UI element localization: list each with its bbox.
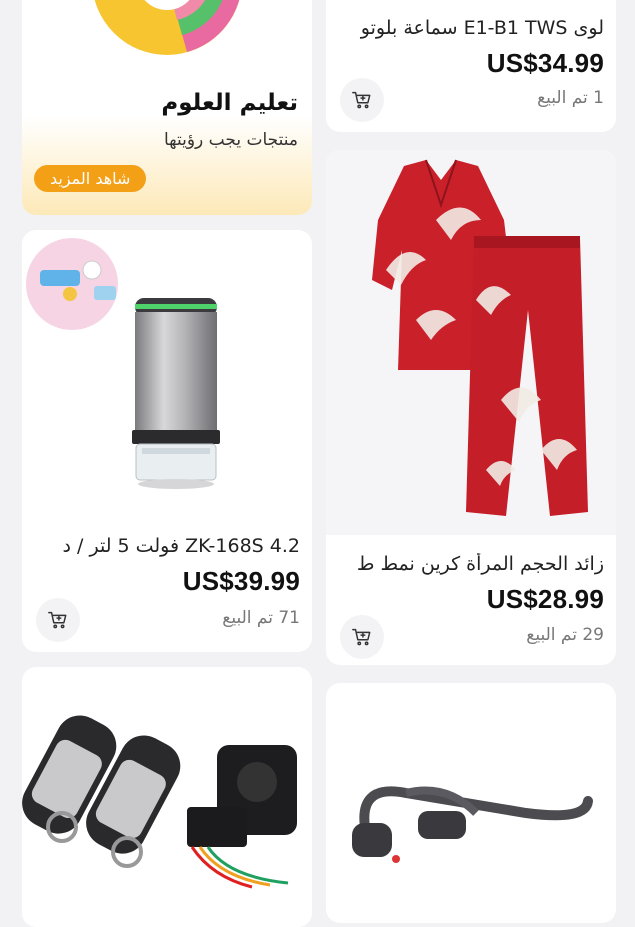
cart-plus-icon bbox=[48, 611, 67, 629]
add-to-cart-button[interactable] bbox=[340, 78, 384, 122]
product-image bbox=[26, 238, 220, 489]
product-card-vacuum-sealer[interactable]: ZK-168S 4.2 فولت 5 لتر / د US$39.99 71 ت… bbox=[22, 230, 312, 652]
product-card-headphones[interactable] bbox=[326, 683, 616, 923]
product-sold-count: 29 تم البيع bbox=[526, 625, 604, 645]
product-sold-count: 71 تم البيع bbox=[222, 608, 300, 628]
product-price: US$28.99 bbox=[486, 584, 604, 614]
product-price: US$39.99 bbox=[182, 566, 300, 596]
add-to-cart-button[interactable] bbox=[36, 598, 80, 642]
product-sold-count: 1 تم البيع bbox=[537, 88, 604, 108]
product-title: زائد الحجم المرأة كرين نمط ط bbox=[356, 553, 604, 575]
product-title: لوى E1-B1 TWS سماعة بلوتو bbox=[360, 17, 604, 39]
product-card-earbuds[interactable]: لوى E1-B1 TWS سماعة بلوتو US$34.99 1 تم … bbox=[326, 0, 616, 132]
product-card-car-alarm[interactable] bbox=[22, 667, 312, 927]
see-more-button[interactable]: شاهد المزيد bbox=[34, 165, 147, 192]
science-banner-image bbox=[94, 0, 240, 55]
add-to-cart-button[interactable] bbox=[340, 615, 384, 659]
cart-plus-icon bbox=[352, 91, 371, 109]
product-price: US$34.99 bbox=[486, 48, 604, 78]
cart-plus-icon bbox=[352, 628, 371, 646]
product-title: ZK-168S 4.2 فولت 5 لتر / د bbox=[62, 535, 300, 557]
promo-title: تعليم العلوم bbox=[161, 90, 298, 116]
product-image bbox=[326, 150, 616, 535]
promo-subtitle: منتجات يجب رؤيتها bbox=[163, 130, 298, 150]
promo-card[interactable]: تعليم العلوم منتجات يجب رؤيتها شاهد المز… bbox=[22, 0, 312, 215]
product-image bbox=[22, 715, 297, 889]
product-image bbox=[352, 786, 593, 863]
product-card-pajamas[interactable]: زائد الحجم المرأة كرين نمط ط US$28.99 29… bbox=[326, 150, 616, 665]
